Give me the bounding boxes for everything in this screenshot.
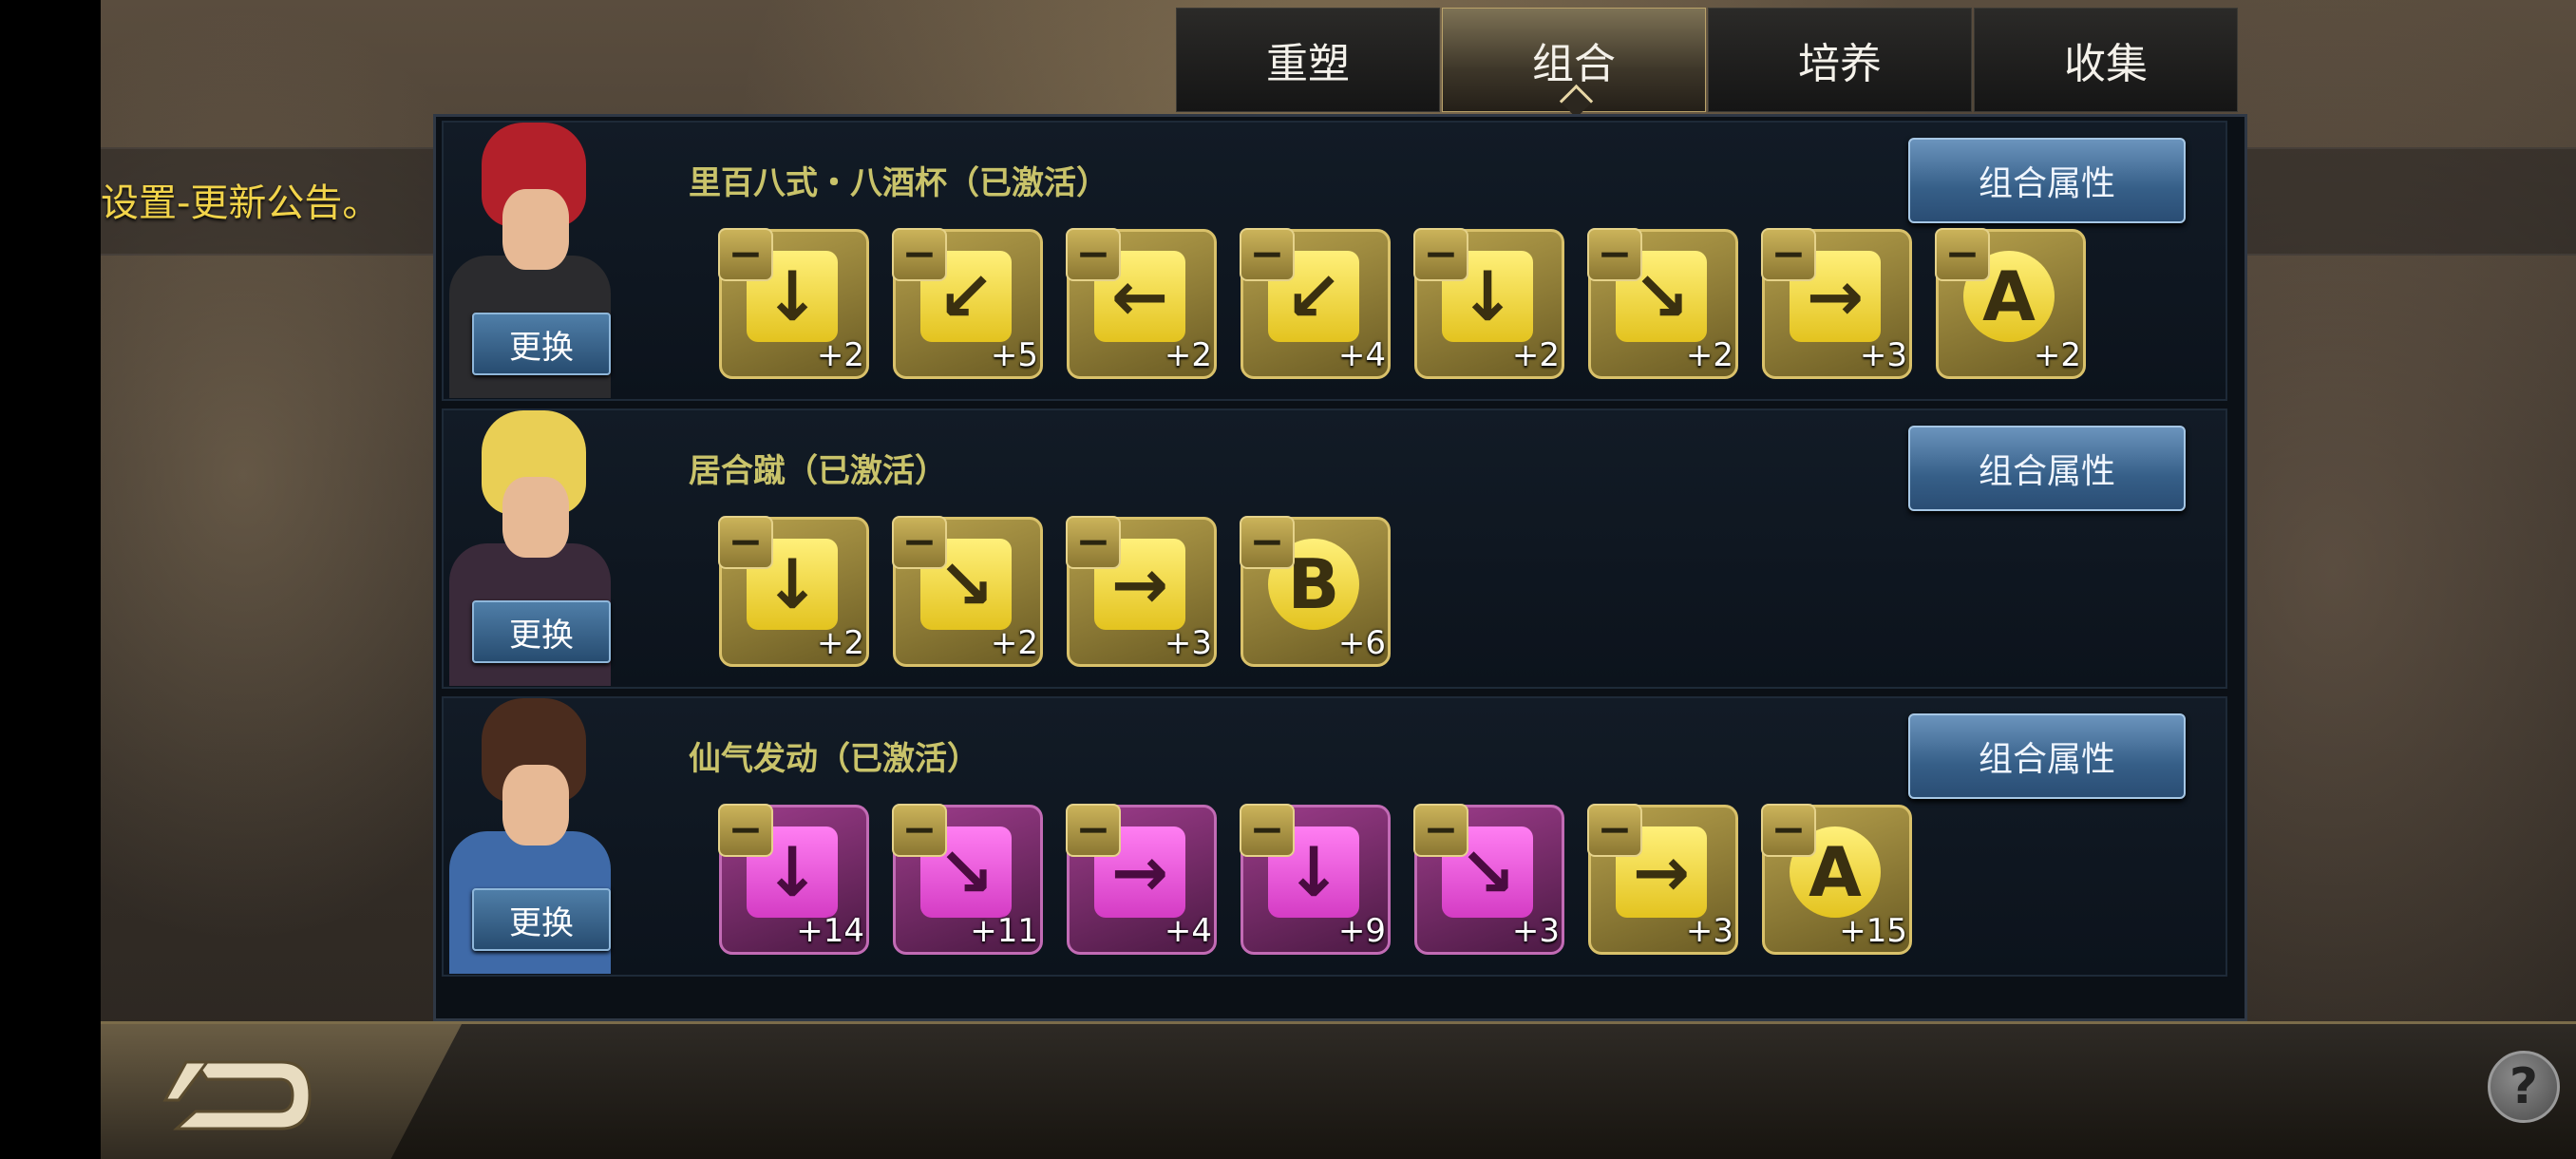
card-level: +2 [2033,336,2081,374]
help-button[interactable]: ? [2488,1051,2560,1123]
swap-character-button[interactable]: 更换 [472,600,611,663]
tab-label: 组合 [1532,40,1616,88]
combo-input-card[interactable]: → − +4 [1066,804,1217,955]
combo-attributes-button[interactable]: 组合属性 [1908,426,2186,511]
combo-name: 居合蹴（已激活） [689,452,947,490]
card-level: +11 [970,912,1038,950]
remove-card-button[interactable]: − [1413,228,1468,281]
remove-card-button[interactable]: − [718,804,773,857]
combo-input-card[interactable]: ↓ − +2 [1413,228,1564,379]
card-level: +15 [1839,912,1907,950]
combo-input-card[interactable]: A − +15 [1761,804,1912,955]
combo-input-card[interactable]: ↙ − +5 [892,228,1043,379]
card-level: +4 [1164,912,1212,950]
combo-row: 更换 居合蹴（已激活） 组合属性 ↓ − +2 ↘ − +2 → − +3 B − +6 [442,408,2227,689]
combo-row: 更换 里百八式・八酒杯（已激活） 组合属性 ↓ − +2 ↙ − +5 ← − +2 ↙ − +4 ↓ − +2 ↘… [442,121,2227,401]
remove-card-button[interactable]: − [1761,228,1816,281]
card-level: +2 [1164,336,1212,374]
remove-card-button[interactable]: − [1413,804,1468,857]
combo-name: 仙气发动（已激活） [689,740,979,778]
tab-label: 培养 [1798,40,1882,88]
card-level: +2 [816,336,864,374]
remove-card-button[interactable]: − [1935,228,1990,281]
combo-input-card[interactable]: ↘ − +2 [892,516,1043,667]
combo-input-card[interactable]: ↘ − +11 [892,804,1043,955]
card-level: +4 [1337,336,1386,374]
tab-bar: 重塑 组合 培养 收集 [1176,8,2240,114]
back-button[interactable] [101,1024,462,1159]
card-level: +5 [990,336,1038,374]
swap-character-button[interactable]: 更换 [472,313,611,375]
portrait-face [502,189,569,270]
back-arrow-icon [162,1060,312,1130]
combo-input-card[interactable]: → − +3 [1587,804,1738,955]
combo-input-card[interactable]: ↓ − +2 [718,228,869,379]
tab-reshape[interactable]: 重塑 [1176,8,1440,112]
card-level: +14 [796,912,864,950]
remove-card-button[interactable]: − [718,516,773,569]
remove-card-button[interactable]: − [1240,228,1295,281]
combo-input-card[interactable]: ↓ − +14 [718,804,869,955]
combo-attributes-button[interactable]: 组合属性 [1908,138,2186,223]
remove-card-button[interactable]: − [892,516,947,569]
remove-card-button[interactable]: − [718,228,773,281]
tab-label: 收集 [2064,40,2148,88]
card-level: +2 [816,624,864,662]
remove-card-button[interactable]: − [1066,228,1121,281]
combo-card-list: ↓ − +2 ↘ − +2 → − +3 B − +6 [718,516,1414,667]
swap-character-button[interactable]: 更换 [472,888,611,951]
remove-card-button[interactable]: − [1761,804,1816,857]
card-level: +9 [1337,912,1386,950]
tab-combination[interactable]: 组合 [1442,8,1706,112]
tab-label: 重塑 [1266,40,1350,88]
combo-card-list: ↓ − +2 ↙ − +5 ← − +2 ↙ − +4 ↓ − +2 ↘ − +2 → − +3 A − +2 [718,228,2110,379]
combo-input-card[interactable]: A − +2 [1935,228,2086,379]
notice-text: 设置-更新公告。 [101,181,381,225]
remove-card-button[interactable]: − [892,804,947,857]
combo-input-card[interactable]: ← − +2 [1066,228,1217,379]
combo-input-card[interactable]: ↘ − +3 [1413,804,1564,955]
card-level: +6 [1337,624,1386,662]
remove-card-button[interactable]: − [1587,804,1642,857]
combo-attributes-button[interactable]: 组合属性 [1908,713,2186,799]
card-level: +3 [1685,912,1733,950]
card-level: +2 [990,624,1038,662]
bottom-bar: ? [101,1021,2576,1159]
combo-input-card[interactable]: ↘ − +2 [1587,228,1738,379]
combo-input-card[interactable]: ↓ − +2 [718,516,869,667]
combo-list-panel[interactable]: 更换 里百八式・八酒杯（已激活） 组合属性 ↓ − +2 ↙ − +5 ← − +2 ↙ − +4 ↓ − +2 ↘… [433,114,2247,1021]
tab-training[interactable]: 培养 [1708,8,1972,112]
portrait-face [502,765,569,846]
combo-input-card[interactable]: ↙ − +4 [1240,228,1391,379]
card-level: +3 [1859,336,1907,374]
combo-input-card[interactable]: ↓ − +9 [1240,804,1391,955]
card-level: +3 [1511,912,1560,950]
game-screen: 设置-更新公告。 重塑 组合 培养 收集 更换 里百八式・八酒杯（已激活） 组合属性… [101,0,2576,1159]
remove-card-button[interactable]: − [1587,228,1642,281]
combo-row: 更换 仙气发动（已激活） 组合属性 ↓ − +14 ↘ − +11 → − +4 ↓ − +9 ↘ − +3 → − +… [442,696,2227,977]
remove-card-button[interactable]: − [1066,804,1121,857]
remove-card-button[interactable]: − [1240,516,1295,569]
remove-card-button[interactable]: − [1240,804,1295,857]
remove-card-button[interactable]: − [892,228,947,281]
remove-card-button[interactable]: − [1066,516,1121,569]
combo-input-card[interactable]: → − +3 [1066,516,1217,667]
tab-collection[interactable]: 收集 [1974,8,2238,112]
combo-name: 里百八式・八酒杯（已激活） [689,164,1108,202]
card-level: +3 [1164,624,1212,662]
combo-input-card[interactable]: B − +6 [1240,516,1391,667]
card-level: +2 [1685,336,1733,374]
combo-card-list: ↓ − +14 ↘ − +11 → − +4 ↓ − +9 ↘ − +3 → − +3 A − +15 [718,804,1936,955]
combo-input-card[interactable]: → − +3 [1761,228,1912,379]
portrait-face [502,477,569,558]
card-level: +2 [1511,336,1560,374]
